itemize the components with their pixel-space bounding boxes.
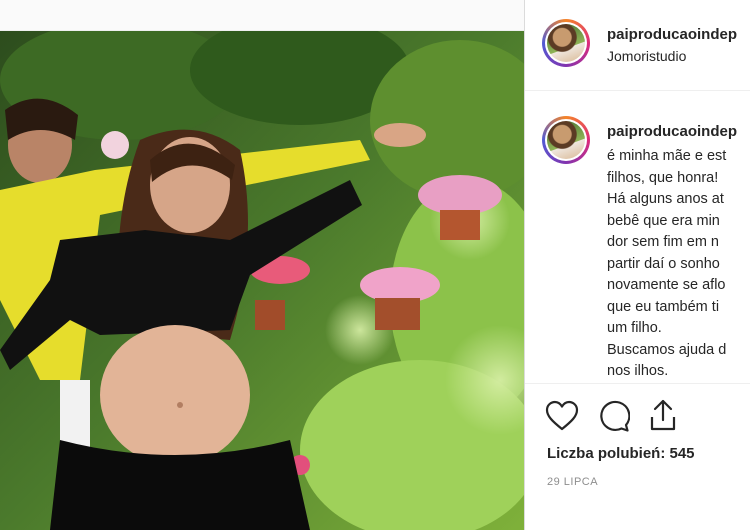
author-username[interactable]: paiproducaoindep: [607, 26, 737, 43]
post-location[interactable]: Jomoristudio: [607, 48, 686, 64]
post-photo[interactable]: [0, 0, 524, 530]
comment-username[interactable]: paiproducaoindep: [607, 123, 737, 140]
comment-avatar[interactable]: [542, 116, 590, 164]
actions-divider: [525, 383, 750, 384]
post-date[interactable]: 29 LIPCA: [547, 476, 598, 488]
comment-icon[interactable]: [596, 400, 630, 432]
post-header: paiproducaoindep Jomoristudio: [525, 0, 750, 91]
post-photo-illustration: [0, 0, 524, 530]
likes-count[interactable]: Liczba polubień: 545: [547, 445, 695, 462]
photo-top-strip: [0, 0, 524, 31]
post-sidebar: paiproducaoindep Jomoristudio paiproduca…: [525, 0, 750, 530]
post-caption: é minha mãe e est filhos, que honra! Há …: [607, 148, 727, 379]
author-avatar[interactable]: [542, 19, 590, 67]
share-icon[interactable]: [648, 398, 678, 432]
heart-icon[interactable]: [545, 400, 579, 432]
